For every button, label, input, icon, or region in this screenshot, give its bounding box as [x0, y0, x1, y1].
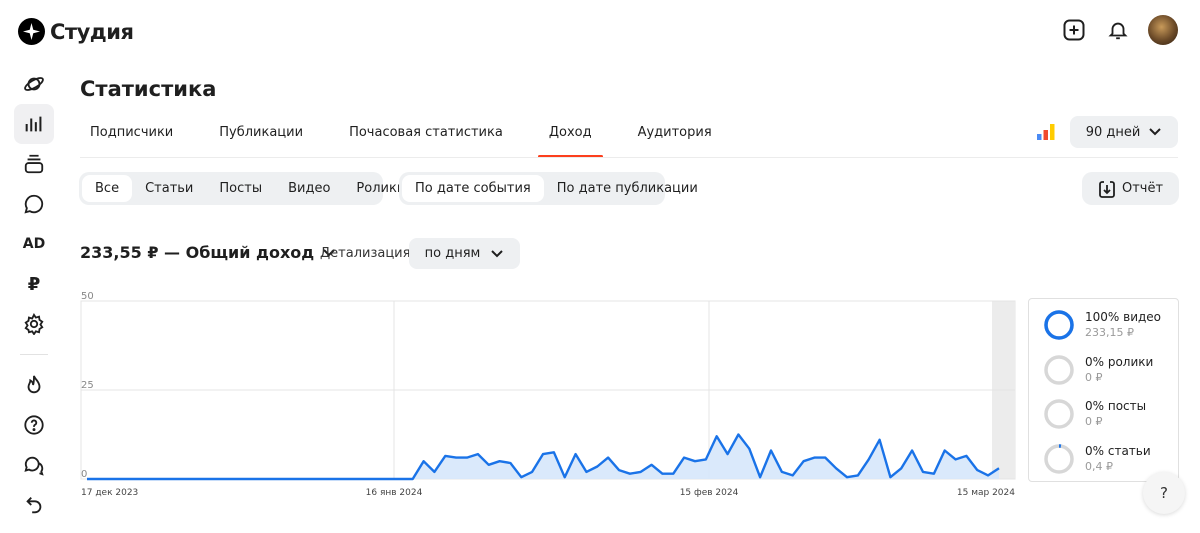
legend-ring-track [1044, 443, 1074, 474]
legend-value: 233,15 ₽ [1085, 326, 1134, 339]
create-plus-icon[interactable] [1060, 16, 1088, 44]
x-tick-label: 16 янв 2024 [366, 488, 423, 498]
legend-ring-articles [1044, 443, 1074, 474]
tabs-divider [80, 157, 1178, 158]
sidebar-item-monetization[interactable]: ₽ [14, 264, 54, 304]
tab-subscribers[interactable]: Подписчики [90, 112, 173, 158]
sidebar-item-back[interactable] [14, 485, 54, 525]
income-dropdown[interactable]: 233,55 ₽ — Общий доход [80, 243, 336, 262]
x-tick-label: 15 мар 2024 [957, 488, 1015, 498]
question-circle-icon [24, 415, 44, 435]
detail-label: Детализация [320, 246, 411, 261]
sidebar: AD ₽ [14, 64, 54, 525]
stats-tabs: Подписчики Публикации Почасовая статисти… [80, 112, 748, 158]
filter-posts[interactable]: Посты [206, 175, 275, 202]
bell-icon[interactable] [1104, 16, 1132, 44]
comment-icon [24, 194, 44, 214]
period-dropdown[interactable]: 90 дней [1070, 116, 1178, 148]
gear-icon [24, 313, 44, 335]
sidebar-item-statistics[interactable] [14, 104, 54, 144]
series-area [87, 434, 999, 479]
avatar[interactable] [1148, 15, 1178, 45]
report-download-icon [1099, 180, 1115, 198]
date-mode-filter: По дате события По дате публикации [399, 172, 698, 205]
sidebar-item-chat[interactable] [14, 445, 54, 485]
filter-all[interactable]: Все [82, 175, 133, 202]
legend-ring-posts [1044, 399, 1074, 429]
legend-ring-video [1044, 310, 1074, 340]
bar-chart-icon [25, 116, 42, 132]
income-chart[interactable]: 50 25 0 17 дек 2023 16 янв 2024 15 фев 2024 15… [78, 288, 1018, 503]
total-income: 233,55 ₽ — Общий доход [80, 243, 315, 262]
filter-by-publication-date[interactable]: По дате публикации [544, 175, 711, 202]
legend-label: 0% посты [1085, 399, 1147, 413]
stack-icon [24, 154, 44, 174]
legend-value: 0 ₽ [1085, 370, 1103, 384]
logo-text: Студия [50, 19, 134, 44]
sidebar-item-help[interactable] [14, 405, 54, 445]
legend-item-shorts: 0% ролики 0 ₽ [1029, 354, 1178, 399]
legend-ring-track [1044, 354, 1074, 385]
y-tick-label: 0 [81, 469, 87, 480]
tab-audience[interactable]: Аудитория [638, 112, 712, 158]
filter-by-event-date[interactable]: По дате события [402, 175, 544, 202]
legend-item-posts: 0% посты 0 ₽ [1029, 398, 1178, 443]
fire-icon [27, 375, 41, 394]
x-tick-label: 15 фев 2024 [680, 488, 739, 498]
legend-item-video: 100% видео 233,15 ₽ [1029, 309, 1178, 354]
sidebar-item-trends[interactable] [14, 365, 54, 405]
undo-icon [26, 497, 42, 514]
x-tick-label: 17 дек 2023 [81, 488, 138, 498]
sidebar-item-comments[interactable] [14, 184, 54, 224]
chat-icon [24, 456, 44, 476]
metrica-bars-icon[interactable] [1037, 124, 1055, 144]
chevron-down-icon [1149, 128, 1162, 136]
legend-ring-track [1044, 399, 1074, 429]
sidebar-item-ads[interactable]: AD [14, 224, 54, 264]
y-tick-label: 50 [81, 291, 94, 302]
tab-income[interactable]: Доход [537, 112, 603, 158]
planet-icon [24, 77, 44, 91]
legend-value: 0,4 ₽ [1085, 459, 1113, 473]
filter-video[interactable]: Видео [275, 175, 343, 202]
report-button[interactable]: Отчёт [1082, 172, 1179, 205]
sidebar-item-settings[interactable] [14, 304, 54, 344]
legend-ring-shorts [1044, 354, 1074, 385]
tab-hourly[interactable]: Почасовая статистика [349, 112, 503, 158]
page-title: Статистика [80, 77, 217, 101]
detail-value: по дням [424, 246, 481, 261]
app-logo[interactable]: Студия [18, 18, 134, 45]
filter-articles[interactable]: Статьи [132, 175, 206, 202]
ruble-icon: ₽ [27, 273, 41, 295]
content-type-filter: Все Статьи Посты Видео Ролики [79, 172, 405, 205]
period-label: 90 дней [1085, 124, 1141, 140]
studio-logo-icon [18, 18, 45, 45]
help-button[interactable]: ? [1143, 472, 1185, 514]
ad-icon: AD [22, 236, 46, 252]
sidebar-item-feed[interactable] [14, 64, 54, 104]
legend-ring-fill [1044, 310, 1074, 340]
income-breakdown-legend: 100% видео 233,15 ₽ 0% ролики 0 ₽ 0% пос… [1028, 298, 1179, 482]
legend-label: 0% ролики [1085, 354, 1154, 369]
report-label: Отчёт [1121, 181, 1164, 196]
legend-label: 0% статьи [1085, 443, 1151, 458]
detail-dropdown[interactable]: по дням [409, 238, 520, 269]
legend-value: 0 ₽ [1085, 415, 1103, 428]
legend-label: 100% видео [1085, 310, 1162, 324]
chevron-down-icon [491, 249, 504, 257]
sidebar-item-content[interactable] [14, 144, 54, 184]
sidebar-divider [20, 354, 48, 355]
y-tick-label: 25 [81, 380, 94, 391]
tab-publications[interactable]: Публикации [219, 112, 303, 158]
